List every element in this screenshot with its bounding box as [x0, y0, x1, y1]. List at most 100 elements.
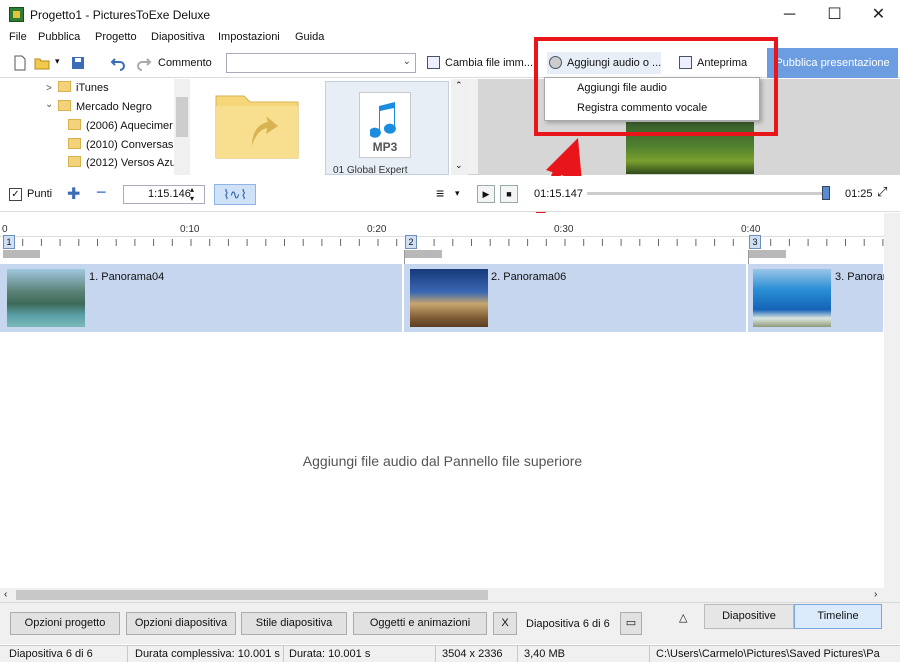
tree-scroll-thumb[interactable]: [176, 97, 188, 137]
tree-expander[interactable]: >: [46, 83, 52, 94]
collapse-icon[interactable]: △: [679, 611, 687, 624]
tree-item[interactable]: iTunes: [58, 79, 109, 97]
tab-timeline[interactable]: Timeline: [794, 604, 882, 629]
audio-file-name: 01 Global Expert: [333, 165, 408, 175]
menu-guida[interactable]: Guida: [295, 31, 324, 43]
fullscreen-icon[interactable]: ⤢: [877, 184, 887, 200]
folder-icon: [58, 100, 71, 111]
divider: [748, 250, 749, 264]
chevron-left-icon[interactable]: ‹: [4, 589, 7, 600]
status-dimensions: 3504 x 2336: [442, 648, 503, 660]
spinner-icon[interactable]: ▴ ▾: [190, 185, 194, 203]
chevron-down-icon[interactable]: ⌄: [455, 160, 463, 171]
folder-icon: [68, 119, 81, 130]
end-time: 01:25: [845, 188, 873, 200]
close-button[interactable]: ✕: [856, 0, 900, 30]
seek-slider[interactable]: [587, 192, 827, 195]
ruler-label: 0: [2, 224, 8, 235]
status-slide: Diapositiva 6 di 6: [9, 648, 93, 660]
divider: [127, 646, 128, 662]
divider: [435, 646, 436, 662]
window-title: Progetto1 - PicturesToExe Deluxe: [30, 8, 211, 22]
folder-icon: [68, 156, 81, 167]
current-time: 01:15.147: [534, 188, 583, 200]
app-icon: [9, 7, 24, 22]
divider: [283, 646, 284, 662]
project-options-button[interactable]: Opzioni progetto: [10, 612, 120, 635]
stop-button[interactable]: ■: [500, 185, 518, 203]
transition-marker[interactable]: [3, 250, 40, 258]
tree-item[interactable]: Mercado Negro: [58, 98, 152, 116]
maximize-button[interactable]: ☐: [812, 0, 857, 30]
points-checkbox[interactable]: ✓: [9, 188, 22, 201]
chevron-down-icon[interactable]: ▾: [55, 56, 60, 67]
chevron-up-icon[interactable]: ⌃: [455, 80, 463, 91]
mp3-badge: MP3: [372, 140, 398, 154]
publish-button[interactable]: Pubblica presentazione: [767, 48, 898, 78]
folder-icon: [58, 81, 71, 92]
comment-label: Commento: [158, 57, 212, 69]
ruler-label: 0:30: [554, 224, 574, 235]
audio-hint: Aggiungi file audio dal Pannello file su…: [302, 453, 583, 469]
menu-impostazioni[interactable]: Impostazioni: [218, 31, 280, 43]
menu-icon[interactable]: ≡: [436, 185, 444, 201]
menu-file[interactable]: File: [9, 31, 27, 43]
slide-marker[interactable]: 1: [3, 235, 15, 249]
new-file-icon[interactable]: [12, 55, 28, 71]
fit-icon: ▭: [625, 617, 637, 629]
music-note-icon: [370, 102, 396, 138]
fit-button[interactable]: ▭: [620, 612, 642, 635]
chevron-down-icon[interactable]: ⌄: [403, 56, 411, 67]
slide-label: 3. Panorar: [835, 271, 885, 283]
undo-icon[interactable]: [110, 55, 126, 71]
vertical-scrollbar[interactable]: [884, 213, 900, 588]
divider: [649, 646, 650, 662]
waveform-button[interactable]: ⌇∿⌇: [214, 184, 256, 205]
slide-marker[interactable]: 3: [749, 235, 761, 249]
divider: [517, 646, 518, 662]
folder-tree: > iTunes ⌄ Mercado Negro (2006) Aquecime…: [0, 79, 190, 175]
slide-label: 2. Panorama06: [491, 271, 567, 283]
tree-expander[interactable]: ⌄: [45, 99, 53, 110]
minimize-button[interactable]: ─: [767, 0, 812, 30]
change-file-button[interactable]: Cambia file imm...: [425, 52, 533, 74]
folder-up-icon[interactable]: [214, 88, 300, 160]
status-duration: Durata: 10.001 s: [289, 648, 371, 660]
tree-item[interactable]: (2010) Conversas: [68, 136, 173, 154]
slide-label: 1. Panorama04: [89, 271, 165, 283]
minus-icon[interactable]: −: [96, 182, 107, 203]
status-size: 3,40 MB: [524, 648, 565, 660]
objects-animations-button[interactable]: Oggetti e animazioni: [353, 612, 487, 635]
slide-thumbnail: [410, 269, 488, 327]
open-folder-icon[interactable]: [34, 55, 50, 71]
menu-pubblica[interactable]: Pubblica: [38, 31, 80, 43]
save-icon[interactable]: [70, 55, 86, 71]
menu-diapositiva[interactable]: Diapositiva: [151, 31, 205, 43]
status-total-duration: Durata complessiva: 10.001 s: [135, 648, 280, 660]
chevron-right-icon[interactable]: ›: [874, 589, 877, 600]
image-icon: [427, 56, 440, 69]
slide-style-button[interactable]: Stile diapositiva: [241, 612, 347, 635]
divider: [404, 250, 405, 264]
tree-item[interactable]: (2006) Aquecimer: [68, 117, 173, 135]
ruler-label: 0:20: [367, 224, 387, 235]
horizontal-scroll-thumb[interactable]: [16, 590, 488, 600]
close-objects-button[interactable]: X: [493, 612, 517, 635]
play-button[interactable]: ▶: [477, 185, 495, 203]
slide-marker[interactable]: 2: [405, 235, 417, 249]
slide-thumbnail: [7, 269, 85, 327]
tab-slides[interactable]: Diapositive: [704, 604, 794, 629]
seek-handle[interactable]: [822, 186, 830, 200]
slide-options-button[interactable]: Opzioni diapositiva: [126, 612, 236, 635]
plus-icon[interactable]: ✚: [67, 184, 80, 204]
comment-combo[interactable]: ⌄: [226, 53, 416, 73]
transition-marker[interactable]: [405, 250, 442, 258]
tree-item[interactable]: (2012) Versos Azul: [68, 154, 178, 172]
menu-progetto[interactable]: Progetto: [95, 31, 137, 43]
points-label: Punti: [27, 188, 53, 200]
slide-counter: Diapositiva 6 di 6: [526, 618, 610, 630]
transition-marker[interactable]: [749, 250, 786, 258]
ruler-label: 0:40: [741, 224, 761, 235]
highlight-box: [534, 37, 778, 136]
chevron-down-icon[interactable]: ▾: [455, 188, 460, 199]
